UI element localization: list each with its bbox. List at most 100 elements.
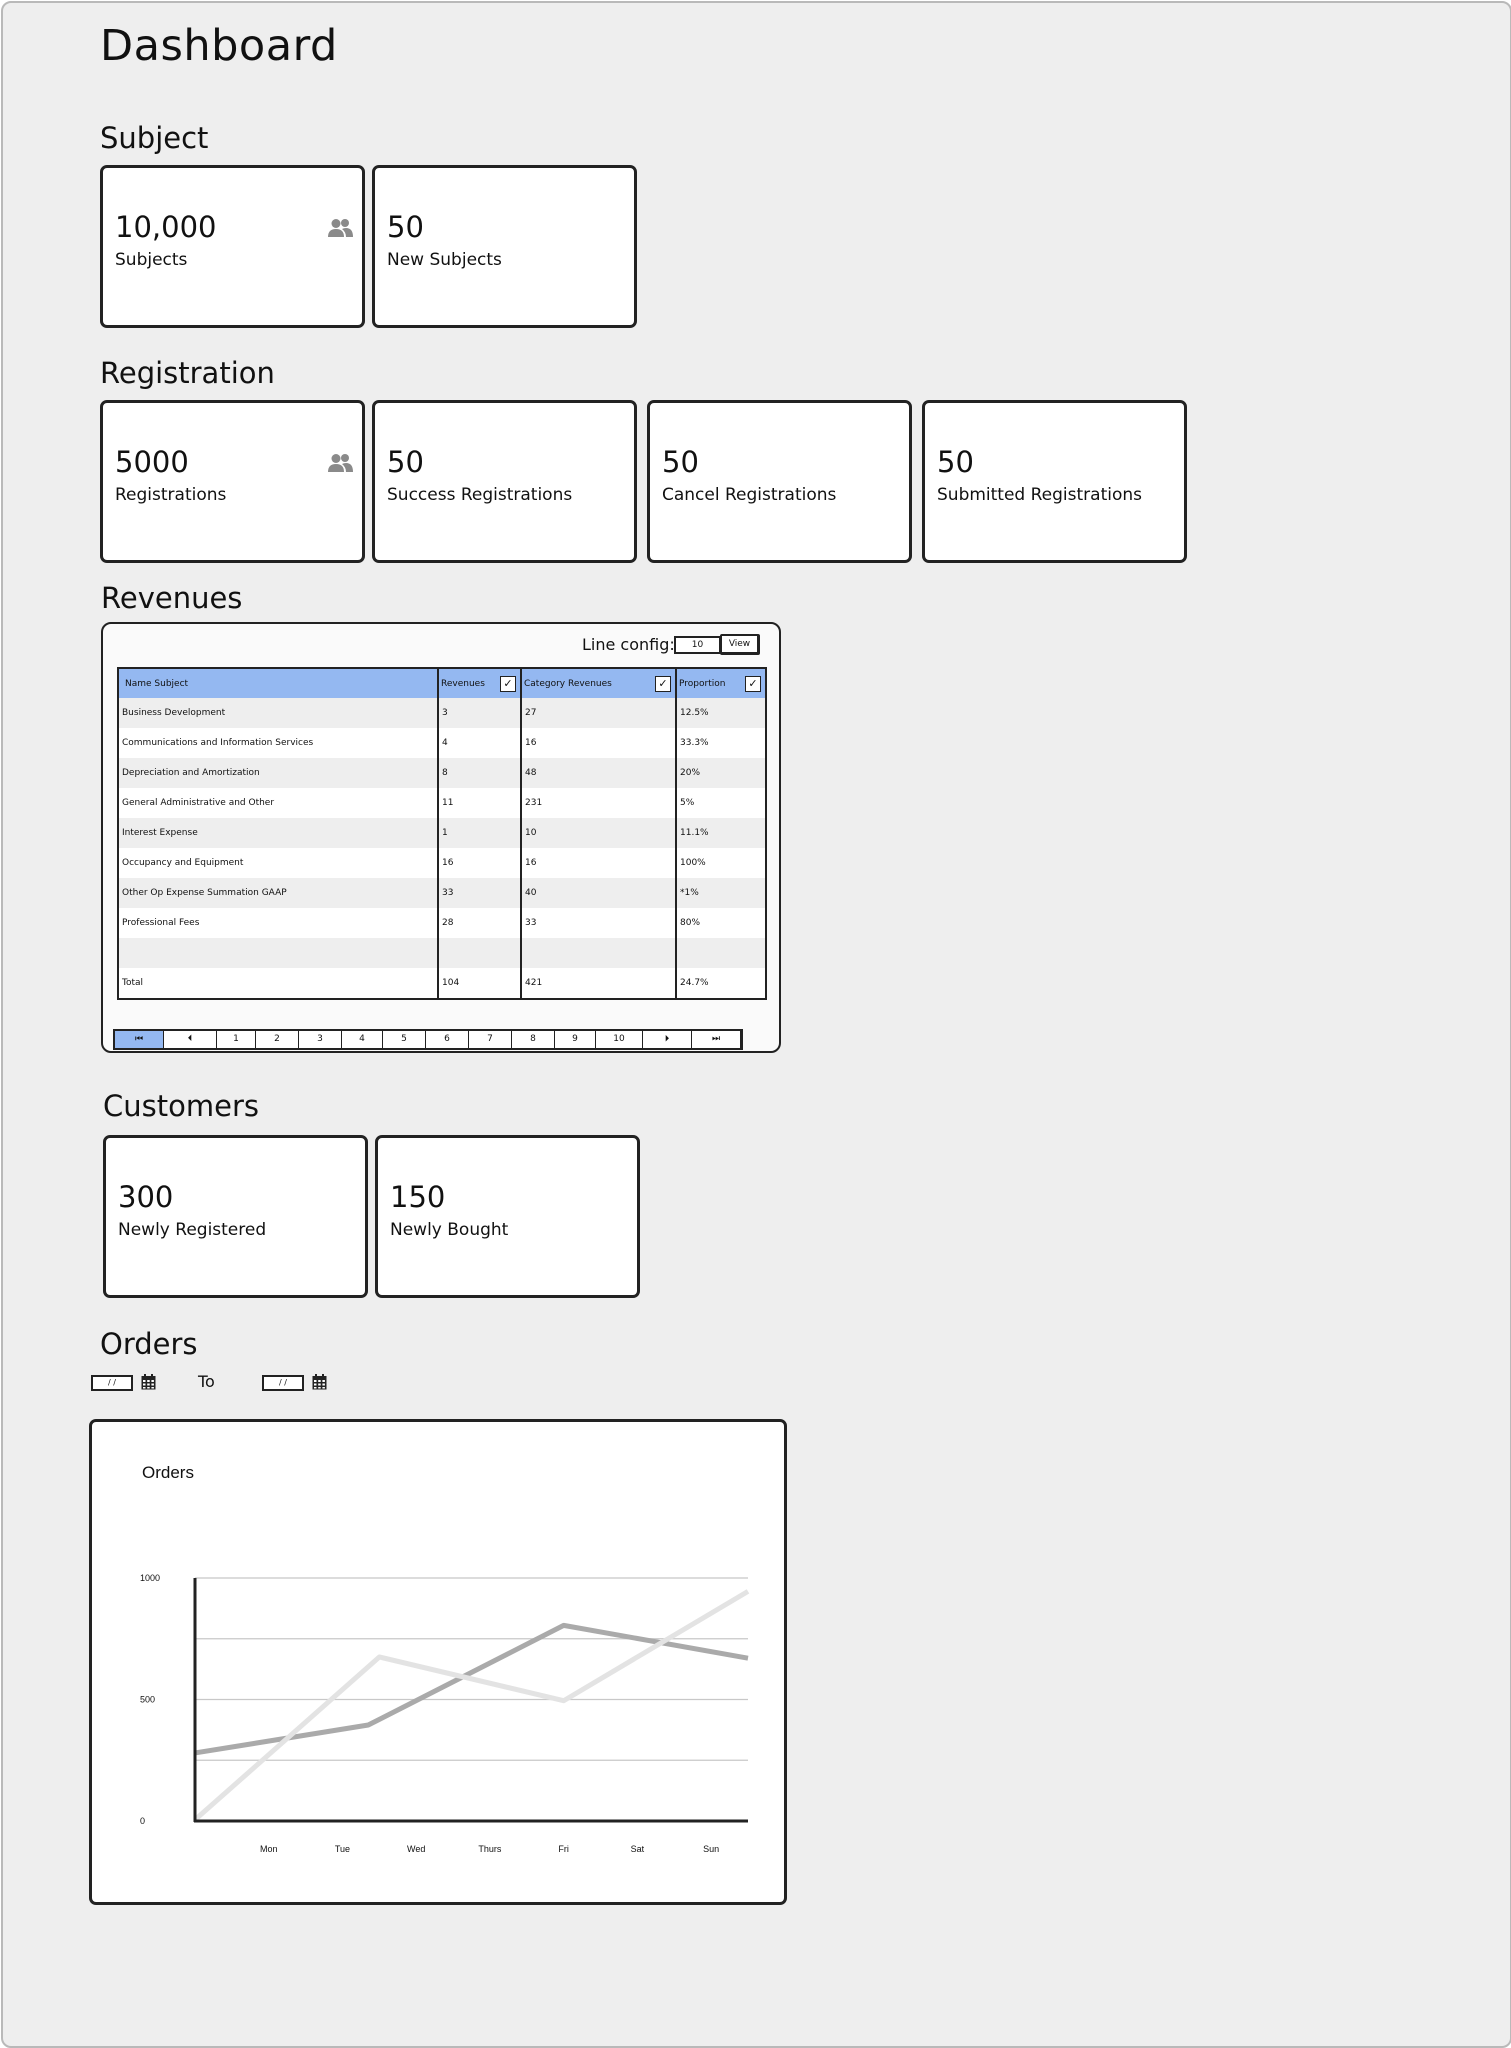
table-cell: 10 xyxy=(521,818,677,848)
new-subjects-value: 50 xyxy=(387,210,424,244)
registrations-value: 5000 xyxy=(115,445,189,479)
table-cell: 4 xyxy=(438,728,522,758)
page-frame: Dashboard Subject 10,000 Subjects 50 New… xyxy=(1,1,1511,2048)
new-subjects-card[interactable]: 50 New Subjects xyxy=(372,165,637,328)
newly-registered-label: Newly Registered xyxy=(118,1220,267,1240)
registration-section-title: Registration xyxy=(100,356,275,390)
calendar-icon[interactable] xyxy=(312,1374,327,1390)
proportion-checkbox[interactable]: ✓ xyxy=(745,676,761,692)
table-row[interactable]: Professional Fees 28 33 80% xyxy=(118,908,766,938)
table-cell xyxy=(118,938,439,968)
table-row[interactable]: Depreciation and Amortization 8 48 20% xyxy=(118,758,766,788)
newly-registered-value: 300 xyxy=(118,1180,174,1214)
users-icon xyxy=(328,454,353,472)
pagination: ⏮ ⏴ 1 2 3 4 5 6 7 8 9 10 ⏵ ⏭ xyxy=(113,1029,743,1050)
x-tick-label: Thurs xyxy=(478,1844,502,1854)
table-row[interactable]: Other Op Expense Summation GAAP 33 40 *1% xyxy=(118,878,766,908)
subjects-value: 10,000 xyxy=(115,210,217,244)
table-cell: 27 xyxy=(521,698,677,728)
table-cell: 16 xyxy=(438,848,522,878)
cancel-registrations-card[interactable]: 50 Cancel Registrations xyxy=(647,400,912,563)
success-registrations-card[interactable]: 50 Success Registrations xyxy=(372,400,637,563)
category-revenues-checkbox[interactable]: ✓ xyxy=(655,676,671,692)
table-cell: Other Op Expense Summation GAAP xyxy=(118,878,439,908)
pagination-page-button[interactable]: 7 xyxy=(469,1031,512,1048)
newly-bought-card[interactable]: 150 Newly Bought xyxy=(375,1135,640,1298)
users-icon xyxy=(328,219,353,237)
registrations-card[interactable]: 5000 Registrations xyxy=(100,400,365,563)
column-header-revenues[interactable]: Revenues ✓ xyxy=(438,668,522,698)
submitted-registrations-label: Submitted Registrations xyxy=(937,485,1142,505)
date-to-input[interactable]: / / xyxy=(262,1375,304,1391)
newly-bought-label: Newly Bought xyxy=(390,1220,509,1240)
column-header-proportion[interactable]: Proportion ✓ xyxy=(676,668,766,698)
calendar-icon[interactable] xyxy=(141,1374,156,1390)
table-row[interactable]: Business Development 3 27 12.5% xyxy=(118,698,766,728)
table-cell: 24.7% xyxy=(676,968,766,999)
x-tick-label: Sun xyxy=(703,1844,719,1854)
column-header-label: Name Subject xyxy=(125,678,189,689)
pagination-page-button[interactable]: 4 xyxy=(342,1031,383,1048)
revenues-panel: Line config: 10 View Name Subject Revenu… xyxy=(101,622,781,1053)
y-tick-label: 1000 xyxy=(140,1573,160,1583)
revenues-checkbox[interactable]: ✓ xyxy=(500,676,516,692)
pagination-nav-button[interactable]: ⏵ xyxy=(643,1031,692,1048)
table-row[interactable]: Communications and Information Services 4… xyxy=(118,728,766,758)
table-cell: Interest Expense xyxy=(118,818,439,848)
table-cell: 80% xyxy=(676,908,766,938)
view-button[interactable]: View xyxy=(720,634,760,655)
pagination-page-button[interactable]: 9 xyxy=(555,1031,596,1048)
table-cell: General Administrative and Other xyxy=(118,788,439,818)
submitted-registrations-card[interactable]: 50 Submitted Registrations xyxy=(922,400,1187,563)
table-row[interactable]: General Administrative and Other 11 231 5% xyxy=(118,788,766,818)
line-config-label: Line config: xyxy=(582,635,675,654)
x-tick-label: Sat xyxy=(631,1844,645,1854)
table-row[interactable]: Interest Expense 1 10 11.1% xyxy=(118,818,766,848)
table-cell: Occupancy and Equipment xyxy=(118,848,439,878)
table-row[interactable] xyxy=(118,938,766,968)
series-line-1 xyxy=(194,1622,749,1756)
table-cell: 421 xyxy=(521,968,677,999)
pagination-page-button[interactable]: 8 xyxy=(512,1031,555,1048)
submitted-registrations-value: 50 xyxy=(937,445,974,479)
orders-line-chart: Orders 0 500 1000 Mon Tue Wed Thurs Fri Sat Sun xyxy=(140,1463,750,1854)
chart-title: Orders xyxy=(142,1463,194,1482)
pagination-page-button[interactable]: 2 xyxy=(256,1031,299,1048)
table-cell: 231 xyxy=(521,788,677,818)
table-header-row: Name Subject Revenues ✓ Category Revenues… xyxy=(118,668,766,698)
table-cell: 33 xyxy=(438,878,522,908)
column-header-category-revenues[interactable]: Category Revenues ✓ xyxy=(521,668,677,698)
pagination-nav-button[interactable]: ⏭ xyxy=(692,1031,740,1048)
pagination-page-button[interactable]: 5 xyxy=(383,1031,426,1048)
customers-section-title: Customers xyxy=(103,1089,259,1123)
table-cell: 8 xyxy=(438,758,522,788)
pagination-nav-button[interactable]: ⏴ xyxy=(164,1031,217,1048)
table-cell: 1 xyxy=(438,818,522,848)
success-registrations-label: Success Registrations xyxy=(387,485,573,505)
table-cell: 12.5% xyxy=(676,698,766,728)
table-row[interactable]: Total 104 421 24.7% xyxy=(118,968,766,999)
revenues-table-body: Business Development 3 27 12.5% Communicatio… xyxy=(118,698,766,999)
subjects-card[interactable]: 10,000 Subjects xyxy=(100,165,365,328)
new-subjects-label: New Subjects xyxy=(387,250,502,270)
table-cell: Business Development xyxy=(118,698,439,728)
pagination-page-button[interactable]: 10 xyxy=(596,1031,643,1048)
pagination-page-button[interactable]: 1 xyxy=(217,1031,256,1048)
table-cell xyxy=(438,938,522,968)
pagination-page-button[interactable]: 3 xyxy=(299,1031,342,1048)
series-line-2 xyxy=(193,1589,750,1822)
pagination-nav-button[interactable]: ⏮ xyxy=(115,1031,164,1048)
cancel-registrations-value: 50 xyxy=(662,445,699,479)
table-cell: Depreciation and Amortization xyxy=(118,758,439,788)
table-cell: 20% xyxy=(676,758,766,788)
line-config-input[interactable]: 10 xyxy=(674,636,721,654)
newly-bought-value: 150 xyxy=(390,1180,446,1214)
date-from-input[interactable]: / / xyxy=(91,1375,133,1391)
pagination-page-button[interactable]: 6 xyxy=(426,1031,469,1048)
table-cell: 16 xyxy=(521,728,677,758)
newly-registered-card[interactable]: 300 Newly Registered xyxy=(103,1135,368,1298)
subject-section-title: Subject xyxy=(100,121,209,155)
x-tick-label: Tue xyxy=(335,1844,350,1854)
column-header-name-subject[interactable]: Name Subject xyxy=(118,668,439,698)
table-row[interactable]: Occupancy and Equipment 16 16 100% xyxy=(118,848,766,878)
